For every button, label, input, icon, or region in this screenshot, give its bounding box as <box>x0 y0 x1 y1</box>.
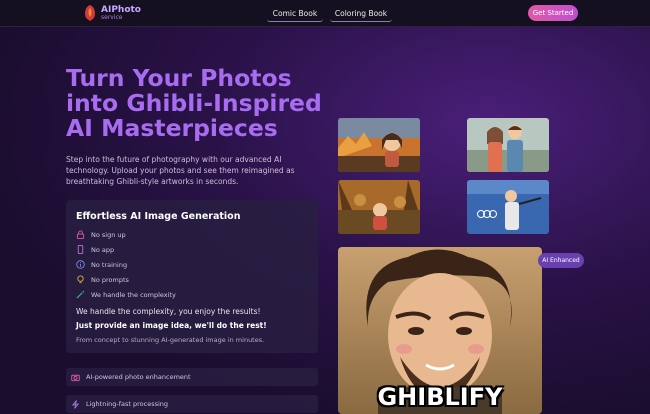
feature-item: No sign up <box>76 230 126 239</box>
logo-subtitle: service <box>101 13 123 21</box>
pill-label: AI-powered photo enhancement <box>86 373 191 381</box>
card-tagline: We handle the complexity, you enjoy the … <box>76 307 261 316</box>
nav-coloring-book[interactable]: Coloring Book <box>330 5 392 22</box>
get-started-button[interactable]: Get Started <box>528 5 578 21</box>
gallery-thumbnail-fire-girl[interactable] <box>338 118 420 172</box>
magic-wand-icon <box>76 290 85 299</box>
gallery-thumbnail-shooter[interactable] <box>467 180 549 234</box>
hero-title-line: Turn Your Photos <box>66 64 292 92</box>
feature-pill-fast-processing: Lightning-fast processing <box>66 395 318 413</box>
feature-item: No training <box>76 260 127 269</box>
card-highlight: Just provide an image idea, we'll do the… <box>76 321 267 330</box>
top-navigation-bar: AIPhoto service Comic Book Coloring Book… <box>0 0 650 27</box>
gallery-thumbnail-couple[interactable] <box>467 118 549 172</box>
ghibli-example-image[interactable]: GHIBLIFY <box>338 247 542 414</box>
hero-title-line: AI Masterpieces <box>66 114 278 142</box>
feature-label: No sign up <box>91 230 126 239</box>
logo-icon <box>85 5 95 21</box>
lightbulb-icon <box>77 275 84 284</box>
camera-icon <box>71 374 80 381</box>
phone-icon <box>77 245 84 254</box>
feature-item: No app <box>76 245 114 254</box>
feature-card: Effortless AI Image Generation No sign u… <box>66 200 318 353</box>
lightning-icon <box>71 399 80 409</box>
gallery-thumbnail-forest[interactable] <box>338 180 420 234</box>
logo[interactable]: AIPhoto service <box>82 4 141 22</box>
feature-item: No prompts <box>76 275 129 284</box>
feature-label: No prompts <box>91 275 129 284</box>
feature-label: No app <box>91 245 115 254</box>
feature-pill-photo-enhancement: AI-powered photo enhancement <box>66 368 318 386</box>
feature-label: No training <box>91 260 128 269</box>
hero-title-line: into Ghibli-Inspired <box>66 89 322 117</box>
nav-comic-book[interactable]: Comic Book <box>267 5 323 22</box>
ai-enhanced-badge: AI Enhanced <box>538 253 584 268</box>
lock-icon <box>76 230 85 239</box>
pill-label: Lightning-fast processing <box>86 400 169 408</box>
feature-label: We handle the complexity <box>91 290 176 299</box>
card-note: From concept to stunning AI-generated im… <box>76 336 265 344</box>
feature-item: We handle the complexity <box>76 290 176 299</box>
hero-description: Step into the future of photography with… <box>66 155 295 186</box>
info-icon <box>76 260 85 269</box>
image-caption: GHIBLIFY <box>377 383 503 411</box>
hero-title: Turn Your Photos into Ghibli-Inspired AI… <box>66 66 346 141</box>
card-title: Effortless AI Image Generation <box>76 211 241 222</box>
